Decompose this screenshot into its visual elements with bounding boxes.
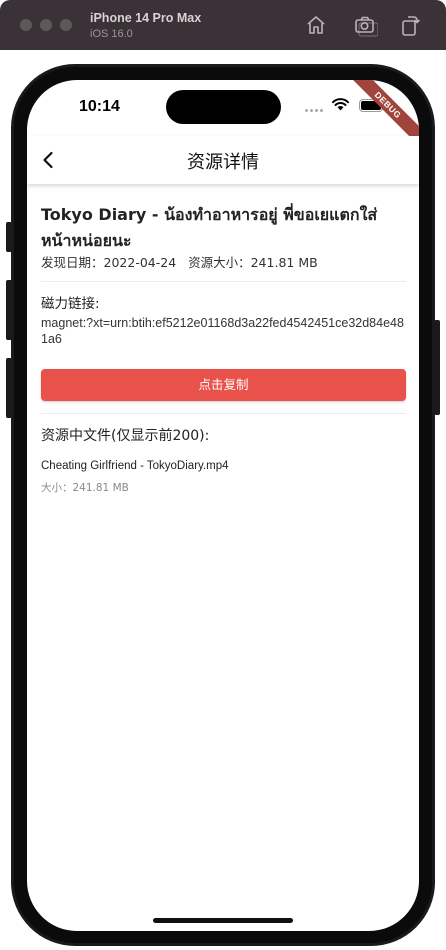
volume-down-button — [6, 358, 12, 418]
home-indicator[interactable] — [153, 918, 293, 923]
files-section-label: 资源中文件(仅显示前200): — [41, 428, 210, 444]
found-date: 2022-04-24 — [103, 255, 177, 270]
found-date-label: 发现日期： — [41, 255, 104, 270]
cellular-signal-icon — [305, 109, 323, 112]
divider — [41, 413, 406, 414]
simulator-os-version: iOS 16.0 — [90, 28, 133, 40]
rotate-icon[interactable] — [397, 12, 423, 38]
simulator-device-name: iPhone 14 Pro Max — [90, 11, 202, 25]
resource-title: Tokyo Diary - น้องทำอาหารอยู่ พี่ขอเยแตก… — [41, 205, 378, 250]
app-screen: 10:14 DEBUG 资源详情 Tokyo Diary - น้องทำอาห… — [27, 80, 419, 931]
file-size-label: 大小： — [41, 482, 73, 494]
file-size: 大小：241.81 MB — [41, 480, 129, 495]
zoom-window-button[interactable] — [60, 19, 72, 31]
mute-switch — [6, 222, 12, 252]
power-button — [434, 320, 440, 415]
simulator-title-bar: iPhone 14 Pro Max iOS 16.0 — [0, 0, 446, 50]
volume-up-button — [6, 280, 12, 340]
resource-meta: 发现日期：2022-04-24 资源大小：241.81 MB — [41, 252, 318, 271]
page-title: 资源详情 — [187, 152, 259, 173]
app-bar: 资源详情 — [27, 136, 419, 184]
dynamic-island — [166, 90, 281, 124]
status-time: 10:14 — [79, 98, 120, 115]
close-window-button[interactable] — [20, 19, 32, 31]
divider — [41, 281, 406, 282]
file-name: Cheating Girlfriend - TokyoDiary.mp4 — [41, 460, 229, 472]
file-size-value: 241.81 MB — [72, 482, 129, 494]
magnet-link: magnet:?xt=urn:btih:ef5212e01168d3a22fed… — [41, 316, 404, 346]
resource-size: 241.81 MB — [250, 255, 318, 270]
screenshot-icon[interactable] — [352, 12, 379, 38]
copy-magnet-button[interactable]: 点击复制 — [41, 369, 406, 401]
minimize-window-button[interactable] — [40, 19, 52, 31]
resource-size-label: 资源大小： — [188, 255, 251, 270]
magnet-label: 磁力链接: — [41, 296, 100, 312]
home-icon[interactable] — [303, 12, 329, 38]
